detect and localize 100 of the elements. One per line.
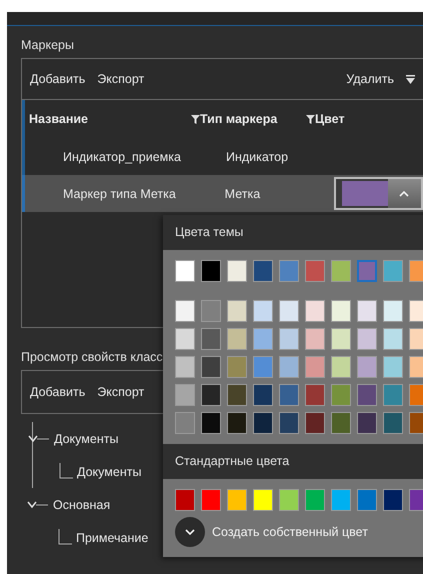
color-swatch[interactable] — [175, 300, 195, 322]
dropdown-button[interactable] — [388, 179, 421, 208]
section-title: Маркеры — [21, 37, 75, 54]
color-swatch[interactable] — [383, 328, 403, 350]
delete-button[interactable]: Удалить — [346, 72, 394, 86]
color-swatch[interactable] — [253, 384, 273, 406]
color-swatch[interactable] — [201, 384, 221, 406]
color-swatch[interactable] — [279, 384, 299, 406]
color-swatch[interactable] — [409, 328, 423, 350]
color-swatch[interactable] — [383, 260, 403, 282]
color-swatch[interactable] — [357, 260, 377, 282]
color-swatch[interactable] — [227, 328, 247, 350]
color-swatch[interactable] — [357, 384, 377, 406]
toolbar-button[interactable]: Экспорт — [97, 72, 144, 86]
filter-icon[interactable] — [191, 114, 200, 124]
color-swatch[interactable] — [227, 300, 247, 322]
color-swatch[interactable] — [175, 260, 195, 282]
color-swatch[interactable] — [305, 300, 325, 322]
table-row[interactable]: Маркер типа Метка Метка — [22, 175, 423, 212]
color-swatch[interactable] — [331, 260, 351, 282]
chevron-down-icon[interactable] — [27, 500, 49, 508]
color-swatch[interactable] — [175, 328, 195, 350]
color-swatch[interactable] — [201, 260, 221, 282]
color-swatch[interactable] — [279, 260, 299, 282]
color-swatch[interactable] — [227, 260, 247, 282]
color-swatch[interactable] — [227, 412, 247, 434]
color-swatch[interactable] — [409, 356, 423, 378]
tree-connector-icon — [59, 462, 73, 480]
table-cell-text: Индикатор — [226, 150, 290, 164]
color-swatch[interactable] — [227, 489, 247, 511]
color-swatch[interactable] — [279, 300, 299, 322]
color-swatch[interactable] — [357, 412, 377, 434]
color-swatch[interactable] — [201, 489, 221, 511]
color-swatch[interactable] — [331, 300, 351, 322]
color-swatch[interactable] — [305, 412, 325, 434]
color-swatch[interactable] — [201, 328, 221, 350]
color-swatch[interactable] — [253, 260, 273, 282]
color-swatch[interactable] — [253, 328, 273, 350]
color-swatch[interactable] — [357, 489, 377, 511]
color-swatch[interactable] — [357, 356, 377, 378]
color-dropdown[interactable] — [334, 177, 423, 210]
color-swatch[interactable] — [175, 412, 195, 434]
tree-connector-icon — [58, 528, 72, 546]
column-header[interactable]: Название — [29, 112, 183, 126]
color-swatch[interactable] — [331, 384, 351, 406]
chevron-down-icon[interactable] — [28, 434, 50, 442]
popup-section-title: Стандартные цвета — [174, 453, 290, 470]
color-swatch[interactable] — [383, 356, 403, 378]
tree-item[interactable]: Примечание — [76, 530, 148, 544]
tree-item[interactable]: Документы — [54, 432, 118, 446]
color-swatch[interactable] — [279, 328, 299, 350]
color-swatch[interactable] — [175, 384, 195, 406]
table-cell-text: Маркер типа Метка — [62, 186, 177, 200]
column-header[interactable]: Тип маркера — [200, 112, 298, 126]
table-cell-text: Метка — [224, 186, 262, 200]
color-swatch[interactable] — [409, 260, 423, 282]
color-swatch[interactable] — [305, 489, 325, 511]
toolbar-button[interactable]: Экспорт — [97, 385, 144, 399]
chevron-up-icon — [399, 190, 410, 196]
color-swatch[interactable] — [409, 384, 423, 406]
color-swatch[interactable] — [305, 328, 325, 350]
color-swatch[interactable] — [409, 489, 423, 511]
color-swatch[interactable] — [331, 489, 351, 511]
color-swatch[interactable] — [279, 412, 299, 434]
color-swatch[interactable] — [279, 356, 299, 378]
color-swatch[interactable] — [175, 356, 195, 378]
tree-item[interactable]: Основная — [53, 498, 110, 512]
filter-icon[interactable] — [406, 74, 415, 84]
color-swatch[interactable] — [383, 384, 403, 406]
color-swatch[interactable] — [357, 300, 377, 322]
toolbar-button[interactable]: Добавить — [30, 72, 86, 86]
color-swatch[interactable] — [331, 356, 351, 378]
filter-icon[interactable] — [306, 114, 315, 124]
color-swatch[interactable] — [253, 489, 273, 511]
color-swatch[interactable] — [409, 412, 423, 434]
color-swatch[interactable] — [331, 328, 351, 350]
column-header[interactable]: Цвет — [315, 112, 395, 126]
color-swatch[interactable] — [253, 300, 273, 322]
color-swatch[interactable] — [305, 384, 325, 406]
table-cell-text: Индикатор_приемка — [62, 150, 182, 164]
color-swatch[interactable] — [383, 300, 403, 322]
color-swatch[interactable] — [305, 356, 325, 378]
color-swatch[interactable] — [253, 356, 273, 378]
section-title: Просмотр свойств класс — [21, 350, 163, 366]
color-swatch[interactable] — [409, 300, 423, 322]
color-swatch[interactable] — [305, 260, 325, 282]
color-swatch[interactable] — [227, 384, 247, 406]
color-swatch[interactable] — [383, 412, 403, 434]
color-swatch[interactable] — [175, 489, 195, 511]
color-swatch[interactable] — [227, 356, 247, 378]
color-swatch[interactable] — [331, 412, 351, 434]
tree-item[interactable]: Документы — [77, 464, 142, 478]
color-swatch[interactable] — [201, 412, 221, 434]
color-swatch[interactable] — [279, 489, 299, 511]
toolbar-button[interactable]: Добавить — [30, 385, 86, 399]
color-swatch[interactable] — [201, 356, 221, 378]
color-swatch[interactable] — [201, 300, 221, 322]
color-swatch[interactable] — [383, 489, 403, 511]
color-swatch[interactable] — [253, 412, 273, 434]
color-swatch[interactable] — [357, 328, 377, 350]
